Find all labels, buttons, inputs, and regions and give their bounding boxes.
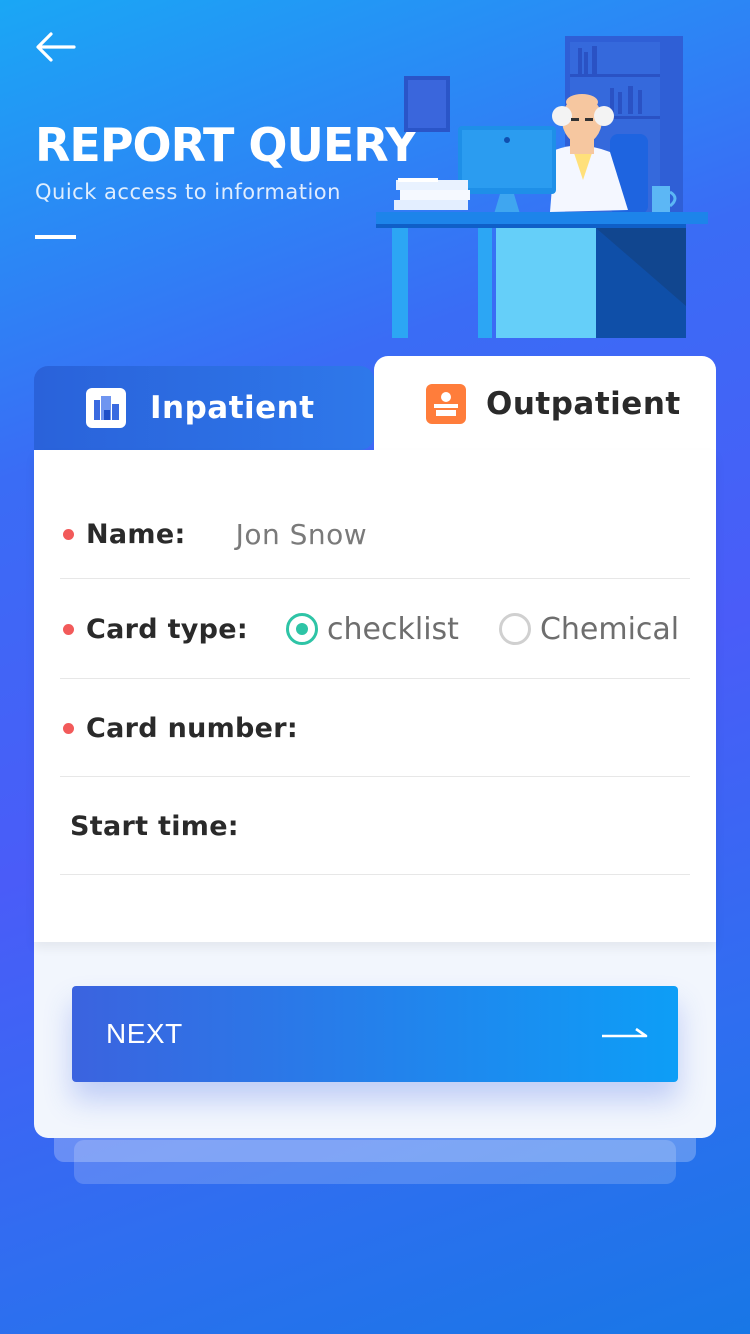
required-marker: [63, 528, 74, 540]
radio-chemical-label: Chemical: [539, 611, 680, 647]
start-time-label: Start time:: [70, 810, 239, 842]
doctor-desk-illustration: [376, 36, 708, 338]
required-marker: [63, 722, 74, 734]
doctor-icon: [426, 384, 466, 424]
building-icon: [86, 388, 126, 428]
radio-checklist[interactable]: checklist: [286, 612, 459, 647]
name-label: Name:: [86, 518, 186, 550]
tab-outpatient[interactable]: Outpatient: [374, 356, 716, 452]
required-marker: [63, 623, 74, 635]
radio-chemical[interactable]: Chemical: [498, 611, 680, 647]
query-form: Name: Jon Snow Card type: checklist Chem…: [34, 450, 716, 942]
name-field[interactable]: Jon Snow: [236, 518, 368, 551]
next-button-label: NEXT: [106, 1018, 183, 1049]
card-type-label: Card type:: [86, 613, 249, 645]
radio-selected-icon: [286, 613, 319, 645]
card-number-label: Card number:: [86, 712, 299, 744]
card-type-row: Card type: checklist Chemical: [60, 580, 690, 679]
arrow-right-icon: [602, 1027, 648, 1038]
tab-inpatient[interactable]: Inpatient: [34, 366, 374, 450]
card-stack-shadow: [74, 1140, 676, 1184]
arrow-left-icon: [36, 32, 76, 62]
tab-inpatient-label: Inpatient: [150, 390, 315, 426]
name-row: Name: Jon Snow: [60, 490, 690, 579]
tab-outpatient-label: Outpatient: [486, 386, 681, 422]
card-number-row[interactable]: Card number:: [60, 680, 690, 777]
back-button[interactable]: [34, 30, 78, 64]
radio-checklist-label: checklist: [327, 611, 459, 647]
start-time-row[interactable]: Start time:: [60, 778, 690, 875]
page-title: REPORT QUERY: [35, 118, 419, 172]
radio-unselected-icon: [498, 613, 531, 645]
next-button[interactable]: NEXT: [72, 986, 678, 1082]
page-subtitle: Quick access to information: [35, 180, 341, 204]
title-divider: [35, 235, 76, 239]
